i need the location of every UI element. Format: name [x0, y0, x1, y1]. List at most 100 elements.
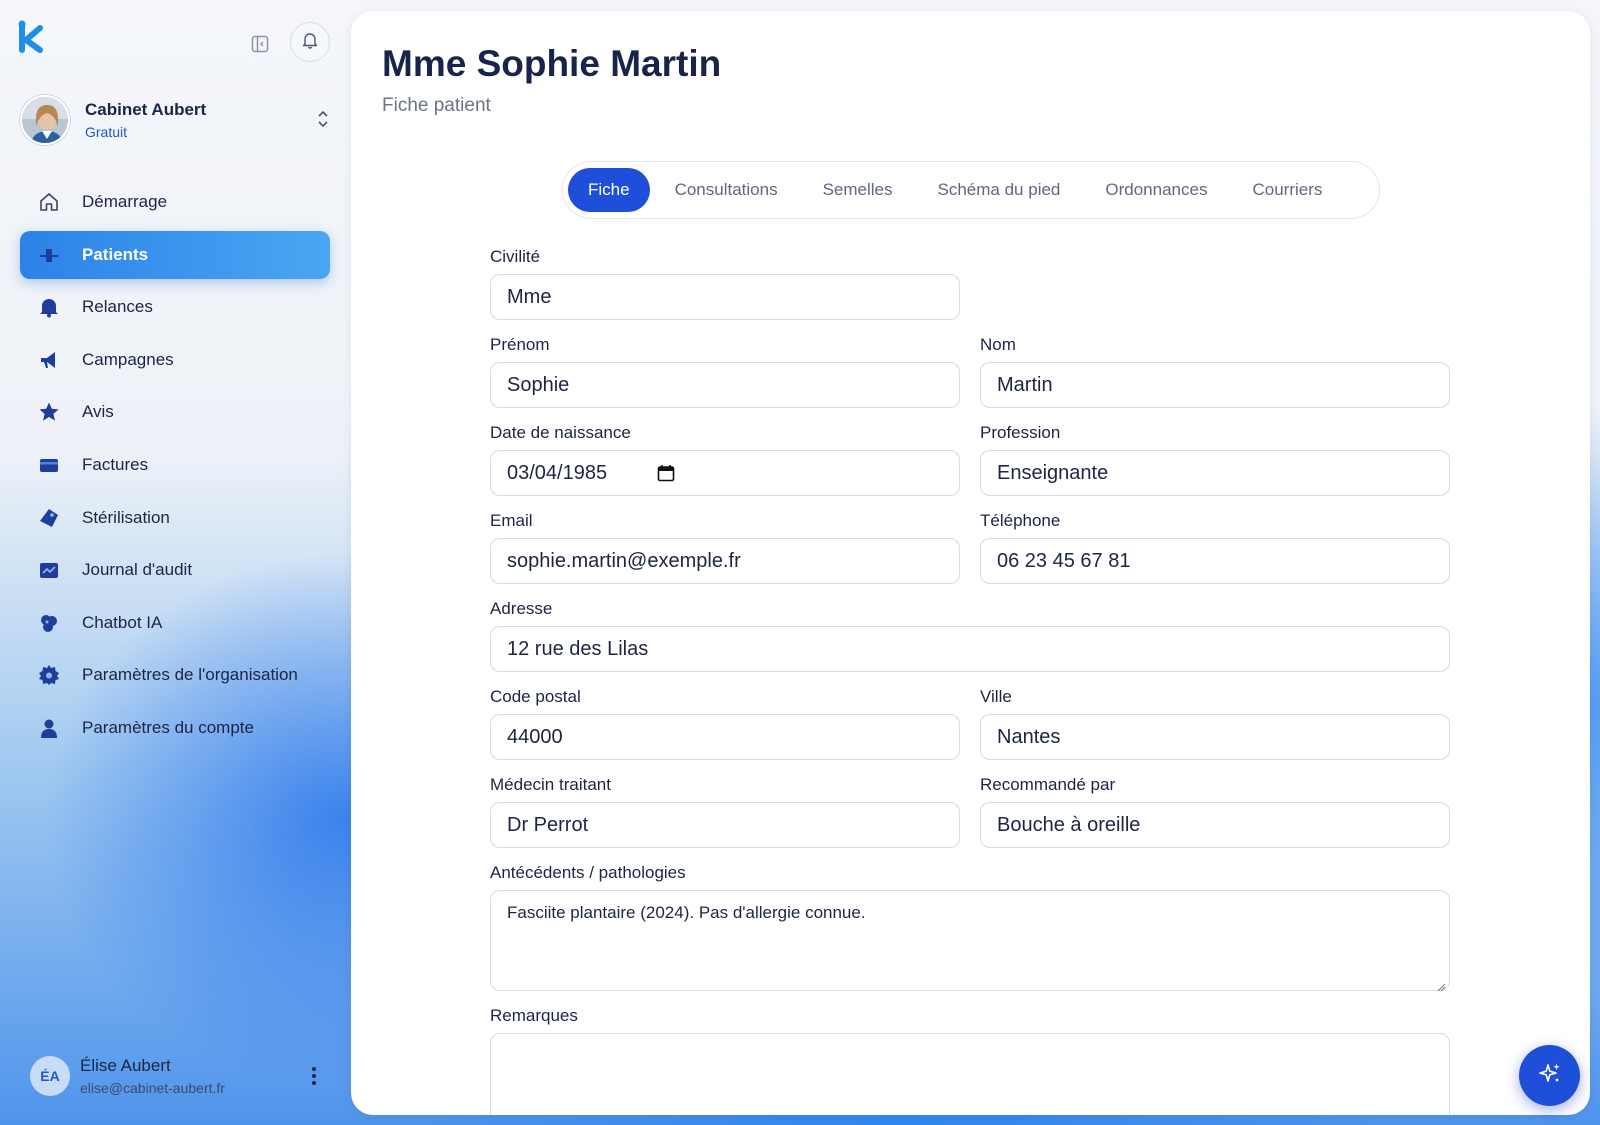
tab-ordonnances[interactable]: Ordonnances — [1085, 168, 1227, 212]
medecin-input[interactable]: Dr Perrot — [490, 802, 960, 848]
nav-item-patients[interactable]: Patients — [20, 230, 330, 279]
prenom-input[interactable]: Sophie — [490, 362, 960, 408]
organization-switcher[interactable]: Cabinet Aubert Gratuit — [20, 94, 336, 146]
adresse-field: Adresse 12 rue des Lilas — [490, 599, 1450, 672]
email-input[interactable]: sophie.martin@exemple.fr — [490, 538, 960, 584]
nav-label: Démarrage — [82, 192, 168, 211]
adresse-label: Adresse — [490, 599, 553, 618]
antecedents-value: Fasciite plantaire (2024). Pas d'allergi… — [507, 903, 866, 922]
nav-label: Journal d'audit — [82, 560, 193, 580]
sidebar: Cabinet Aubert Gratuit Démarrage Patient… — [0, 0, 350, 1125]
profession-field: Profession Enseignante — [980, 423, 1450, 496]
nav-label: Avis — [82, 402, 114, 422]
page-subtitle: Fiche patient — [382, 95, 491, 116]
nav-item-sterilisation[interactable]: Stérilisation — [20, 494, 330, 542]
nav-item-journal[interactable]: Journal d'audit — [20, 546, 330, 594]
remarques-textarea[interactable] — [490, 1033, 1450, 1115]
nav-label: Campagnes — [82, 349, 174, 369]
nav-item-account-settings[interactable]: Paramètres du compte — [20, 704, 330, 752]
nav-label: Chatbot IA — [82, 612, 163, 632]
remarques-field: Remarques — [490, 1006, 1450, 1115]
tag-icon — [36, 505, 62, 531]
prenom-field: Prénom Sophie — [490, 335, 960, 408]
telephone-input[interactable]: 06 23 45 67 81 — [980, 538, 1450, 584]
date-naissance-label: Date de naissance — [490, 423, 631, 442]
bell-icon — [301, 31, 319, 53]
patient-tabs: Fiche Consultations Semelles Schéma du p… — [562, 161, 1380, 219]
organization-name: Cabinet Aubert — [85, 100, 207, 119]
main-panel: Mme Sophie Martin Fiche patient Fiche Co… — [351, 11, 1590, 1115]
date-naissance-field: Date de naissance 03/04/1985 — [490, 423, 960, 496]
nav-item-relances[interactable]: Relances — [20, 283, 330, 331]
nav-item-factures[interactable]: Factures — [20, 441, 330, 489]
profession-label: Profession — [980, 423, 1061, 442]
collapse-sidebar-icon[interactable] — [248, 32, 272, 56]
nav-label: Relances — [82, 297, 153, 317]
antecedents-label: Antécédents / pathologies — [490, 863, 686, 882]
civilite-field: Civilité Mme — [490, 247, 960, 320]
tab-semelles[interactable]: Semelles — [803, 168, 913, 212]
medecin-field: Médecin traitant Dr Perrot — [490, 775, 960, 848]
prenom-label: Prénom — [490, 335, 550, 354]
organization-avatar — [20, 95, 70, 145]
page-title: Mme Sophie Martin — [382, 43, 722, 84]
user-profile[interactable]: ÉA Élise Aubert elise@cabinet-aubert.fr — [30, 1052, 330, 1100]
date-naissance-value: 03/04/1985 — [507, 461, 608, 484]
nav-label: Paramètres de l'organisation — [82, 665, 298, 685]
nav-label: Stérilisation — [82, 507, 170, 527]
megaphone-icon — [36, 347, 62, 373]
code-postal-field: Code postal 44000 — [490, 687, 960, 760]
code-postal-label: Code postal — [490, 687, 581, 706]
recommande-label: Recommandé par — [980, 775, 1116, 794]
ville-input[interactable]: Nantes — [980, 714, 1450, 760]
nav-item-organization-settings[interactable]: Paramètres de l'organisation — [20, 651, 330, 699]
profession-input[interactable]: Enseignante — [980, 450, 1450, 496]
telephone-field: Téléphone 06 23 45 67 81 — [980, 511, 1450, 584]
invoice-icon — [36, 452, 62, 478]
email-field: Email sophie.martin@exemple.fr — [490, 511, 960, 584]
recommande-field: Recommandé par Bouche à oreille — [980, 775, 1450, 848]
nav-item-chatbot[interactable]: Chatbot IA — [20, 599, 330, 647]
resize-handle-icon[interactable] — [1436, 977, 1446, 992]
email-label: Email — [490, 511, 533, 530]
tab-schema-du-pied[interactable]: Schéma du pied — [918, 168, 1081, 212]
more-vertical-icon[interactable] — [304, 1062, 324, 1090]
nom-field: Nom Martin — [980, 335, 1450, 408]
user-icon — [36, 715, 62, 741]
tab-fiche[interactable]: Fiche — [568, 168, 650, 212]
nav-label: Patients — [82, 244, 149, 264]
remarques-label: Remarques — [490, 1006, 578, 1025]
adresse-input[interactable]: 12 rue des Lilas — [490, 626, 1450, 672]
app-logo[interactable] — [18, 20, 48, 56]
nav-item-demarrage[interactable]: Démarrage — [20, 178, 330, 226]
recommande-input[interactable]: Bouche à oreille — [980, 802, 1450, 848]
calendar-icon[interactable] — [657, 464, 675, 482]
tab-courriers[interactable]: Courriers — [1232, 168, 1342, 212]
telephone-label: Téléphone — [980, 511, 1061, 530]
civilite-input[interactable]: Mme — [490, 274, 960, 320]
tab-consultations[interactable]: Consultations — [655, 168, 798, 212]
users-icon — [36, 242, 62, 268]
nav-item-campagnes[interactable]: Campagnes — [20, 336, 330, 384]
nav-label: Factures — [82, 454, 149, 474]
ai-assistant-button[interactable] — [1519, 1045, 1580, 1106]
notifications-button[interactable] — [290, 22, 330, 62]
code-postal-input[interactable]: 44000 — [490, 714, 960, 760]
date-naissance-input[interactable]: 03/04/1985 — [490, 450, 960, 496]
gear-icon — [36, 662, 62, 688]
antecedents-textarea[interactable]: Fasciite plantaire (2024). Pas d'allergi… — [490, 890, 1450, 992]
antecedents-field: Antécédents / pathologies Fasciite plant… — [490, 863, 1450, 992]
star-icon — [36, 399, 62, 425]
sparkles-icon — [1537, 1061, 1563, 1091]
civilite-label: Civilité — [490, 247, 541, 266]
chatbot-icon — [36, 610, 62, 636]
bell-filled-icon — [36, 294, 62, 320]
organization-plan: Gratuit — [85, 124, 128, 140]
user-name: Élise Aubert — [80, 1056, 171, 1075]
nav-label: Paramètres du compte — [82, 717, 254, 737]
nom-input[interactable]: Martin — [980, 362, 1450, 408]
nav-item-avis[interactable]: Avis — [20, 388, 330, 436]
home-icon — [36, 189, 62, 215]
medecin-label: Médecin traitant — [490, 775, 611, 794]
ville-label: Ville — [980, 687, 1012, 706]
